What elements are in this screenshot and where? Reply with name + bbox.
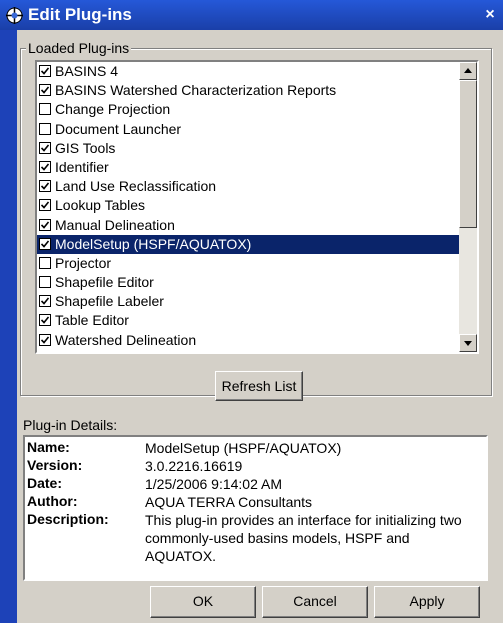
cancel-button[interactable]: Cancel bbox=[262, 586, 368, 618]
plugin-list-items: BASINS 4 BASINS Watershed Characterizatio… bbox=[37, 62, 477, 350]
plugin-list-item[interactable]: Watershed Delineation bbox=[37, 331, 477, 350]
detail-version-value: 3.0.2216.16619 bbox=[145, 458, 243, 474]
plugin-list-item-label: Document Launcher bbox=[55, 120, 182, 137]
plugin-list-item[interactable]: Identifier bbox=[37, 158, 477, 177]
plugin-details-label: Plug-in Details: bbox=[23, 417, 118, 433]
checked-checkbox-icon[interactable] bbox=[39, 65, 51, 77]
plugin-list-item[interactable]: Table Editor bbox=[37, 311, 477, 330]
plugin-list-item-label: Lookup Tables bbox=[55, 197, 146, 214]
plugin-list-item[interactable]: BASINS 4 bbox=[37, 62, 477, 81]
detail-author-value: AQUA TERRA Consultants bbox=[145, 494, 313, 510]
dialog-body: Loaded Plug-ins BASINS 4 BASINS Watershed… bbox=[17, 30, 503, 623]
plugin-list-item[interactable]: Projector bbox=[37, 254, 477, 273]
plugin-list-item[interactable]: Land Use Reclassification bbox=[37, 177, 477, 196]
plugin-list-item-label: ModelSetup (HSPF/AQUATOX) bbox=[55, 235, 252, 252]
detail-author-key: Author: bbox=[27, 493, 78, 509]
plugin-globe-icon bbox=[6, 7, 23, 24]
plugin-list-item[interactable]: Lookup Tables bbox=[37, 196, 477, 215]
checked-checkbox-icon[interactable] bbox=[39, 84, 51, 97]
unchecked-checkbox-icon[interactable] bbox=[39, 103, 51, 116]
plugin-list-item[interactable]: Shapefile Editor bbox=[37, 273, 477, 292]
refresh-list-button[interactable]: Refresh List bbox=[215, 371, 303, 401]
plugin-list-item-label: Watershed Delineation bbox=[55, 331, 197, 348]
plugin-list[interactable]: BASINS 4 BASINS Watershed Characterizatio… bbox=[35, 60, 479, 354]
checked-checkbox-icon[interactable] bbox=[39, 218, 51, 231]
checked-checkbox-icon[interactable] bbox=[39, 141, 51, 154]
plugin-list-item[interactable]: Manual Delineation bbox=[37, 216, 477, 235]
unchecked-checkbox-icon[interactable] bbox=[39, 122, 51, 135]
detail-description-key: Description: bbox=[27, 511, 109, 527]
detail-name-value: ModelSetup (HSPF/AQUATOX) bbox=[145, 440, 342, 456]
detail-version-key: Version: bbox=[27, 457, 83, 473]
plugin-list-item[interactable]: BASINS Watershed Characterization Report… bbox=[37, 81, 477, 100]
plugin-list-item-label: Shapefile Editor bbox=[55, 274, 154, 291]
plugin-list-item[interactable]: GIS Tools bbox=[37, 139, 477, 158]
plugin-list-item-label: GIS Tools bbox=[55, 139, 116, 156]
close-button[interactable]: × bbox=[481, 6, 499, 24]
detail-description-value: This plug-in provides an interface for i… bbox=[145, 512, 462, 564]
checked-checkbox-icon[interactable] bbox=[39, 237, 51, 250]
scroll-up-button[interactable] bbox=[459, 62, 477, 80]
checked-checkbox-icon[interactable] bbox=[39, 160, 51, 173]
checked-checkbox-icon[interactable] bbox=[39, 180, 51, 193]
plugin-list-item[interactable]: Change Projection bbox=[37, 100, 477, 119]
vertical-scrollbar[interactable] bbox=[459, 62, 477, 352]
scroll-thumb[interactable] bbox=[459, 80, 477, 228]
plugin-list-item[interactable]: ModelSetup (HSPF/AQUATOX) bbox=[37, 234, 477, 254]
plugin-list-item-label: Table Editor bbox=[55, 312, 129, 329]
loaded-plugins-group: Loaded Plug-ins BASINS 4 BASINS Watershed… bbox=[20, 40, 492, 401]
window-title: Edit Plug-ins bbox=[28, 5, 132, 24]
checked-checkbox-icon[interactable] bbox=[39, 333, 51, 346]
checked-checkbox-icon[interactable] bbox=[39, 199, 51, 212]
title-bar[interactable]: Edit Plug-ins × bbox=[0, 0, 503, 30]
detail-name-key: Name: bbox=[27, 439, 70, 455]
ok-button[interactable]: OK bbox=[150, 586, 256, 618]
unchecked-checkbox-icon[interactable] bbox=[39, 256, 51, 269]
plugin-details-box: Name: ModelSetup (HSPF/AQUATOX) Version:… bbox=[23, 435, 488, 581]
plugin-list-item[interactable]: Shapefile Labeler bbox=[37, 292, 477, 311]
plugin-list-item-label: Manual Delineation bbox=[55, 216, 175, 233]
arrow-up-icon bbox=[464, 68, 472, 73]
plugin-list-item-label: Shapefile Labeler bbox=[55, 293, 164, 310]
plugin-list-item-label: BASINS 4 bbox=[55, 63, 119, 79]
scroll-down-button[interactable] bbox=[459, 334, 477, 352]
plugin-list-item-label: Projector bbox=[55, 254, 112, 271]
plugin-list-item-label: BASINS Watershed Characterization Report… bbox=[55, 82, 337, 99]
plugin-list-item-label: Identifier bbox=[55, 158, 109, 175]
plugin-list-item[interactable]: Document Launcher bbox=[37, 120, 477, 139]
detail-date-value: 1/25/2006 9:14:02 AM bbox=[145, 476, 282, 492]
plugin-list-item-label: Change Projection bbox=[55, 101, 171, 118]
loaded-plugins-legend: Loaded Plug-ins bbox=[26, 40, 132, 56]
unchecked-checkbox-icon[interactable] bbox=[39, 276, 51, 289]
edit-plugins-window: Edit Plug-ins × Loaded Plug-ins BASINS 4… bbox=[0, 0, 503, 623]
checked-checkbox-icon[interactable] bbox=[39, 295, 51, 308]
checked-checkbox-icon[interactable] bbox=[39, 314, 51, 327]
apply-button[interactable]: Apply bbox=[374, 586, 480, 618]
plugin-list-item-label: Land Use Reclassification bbox=[55, 178, 217, 195]
arrow-down-icon bbox=[464, 341, 472, 346]
detail-date-key: Date: bbox=[27, 475, 63, 491]
